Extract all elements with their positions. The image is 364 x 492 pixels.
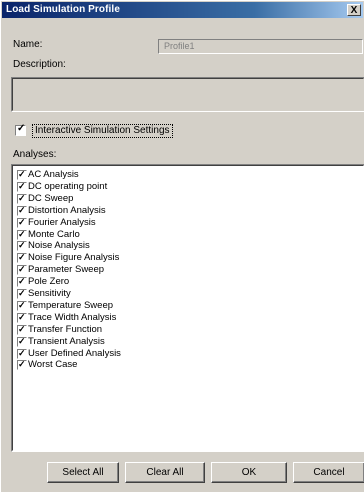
clear-all-button[interactable]: Clear All [125, 462, 205, 483]
interactive-settings-checkbox-box[interactable]: ✓ [15, 123, 26, 136]
analysis-checkbox[interactable]: ✓ [17, 180, 27, 192]
check-icon: ✓ [18, 240, 26, 251]
check-icon: ✓ [18, 288, 26, 298]
description-label: Description: [13, 59, 66, 70]
close-icon: X [350, 5, 358, 16]
check-icon: ✓ [18, 311, 26, 322]
analysis-checkbox[interactable]: ✓ [17, 276, 27, 288]
analysis-checkbox[interactable]: ✓ [17, 347, 27, 359]
title-bar[interactable]: Load Simulation Profile X [2, 2, 363, 18]
name-field-value: Profile1 [164, 41, 195, 51]
check-icon: ✓ [18, 192, 26, 203]
analysis-item-label: Worst Case [28, 359, 78, 371]
analysis-checkbox[interactable]: ✓ [17, 240, 27, 252]
analysis-item-label: Trace Width Analysis [28, 311, 117, 323]
analysis-checkbox[interactable]: ✓ [17, 204, 27, 216]
check-icon: ✓ [18, 335, 26, 346]
analysis-checkbox[interactable]: ✓ [17, 192, 27, 204]
check-icon: ✓ [18, 276, 26, 287]
analysis-checkbox[interactable]: ✓ [17, 323, 27, 335]
check-icon: ✓ [18, 323, 26, 334]
analysis-item-label: Pole Zero [28, 276, 70, 288]
analysis-item-label: Temperature Sweep [28, 299, 114, 311]
analysis-item-label: Noise Analysis [28, 240, 90, 252]
check-icon: ✓ [18, 347, 26, 358]
analysis-checkbox[interactable]: ✓ [17, 299, 27, 311]
close-button[interactable]: X [347, 4, 361, 16]
description-field[interactable] [11, 77, 364, 112]
interactive-settings-checkbox[interactable]: ✓ Interactive Simulation Settings [15, 123, 195, 138]
analysis-item-label: DC Sweep [28, 192, 74, 204]
check-icon: ✓ [18, 359, 26, 370]
analysis-item-label: Noise Figure Analysis [28, 252, 120, 264]
check-icon: ✓ [18, 299, 26, 310]
check-icon: ✓ [18, 169, 26, 179]
analysis-item-label: Monte Carlo [28, 228, 80, 240]
analysis-checkbox[interactable]: ✓ [17, 216, 27, 228]
analysis-checkbox[interactable]: ✓ [17, 228, 27, 240]
analysis-item-label: DC operating point [28, 180, 108, 192]
analysis-checkbox[interactable]: ✓ [17, 288, 27, 299]
check-icon: ✓ [18, 180, 26, 191]
check-icon: ✓ [18, 252, 26, 263]
cancel-button[interactable]: Cancel [293, 462, 364, 483]
analysis-item-label: Distortion Analysis [28, 204, 106, 216]
name-label: Name: [13, 39, 43, 50]
analysis-item-label: Fourier Analysis [28, 216, 96, 228]
ok-label: OK [241, 467, 257, 478]
analysis-item-label: AC Analysis [28, 169, 79, 180]
cancel-label: Cancel [313, 467, 345, 478]
load-simulation-profile-dialog: Load Simulation Profile X Name: Profile1… [0, 0, 364, 492]
analysis-checkbox[interactable]: ✓ [17, 264, 27, 276]
check-icon: ✓ [18, 216, 26, 227]
analysis-item-label: Transient Analysis [28, 335, 105, 347]
analysis-checkbox[interactable]: ✓ [17, 311, 27, 323]
analysis-checkbox[interactable]: ✓ [17, 169, 27, 180]
analysis-checkbox[interactable]: ✓ [17, 335, 27, 347]
check-icon: ✓ [18, 204, 26, 215]
analysis-checkbox[interactable]: ✓ [17, 359, 27, 371]
analysis-item-label: Parameter Sweep [28, 264, 105, 276]
clear-all-label: Clear All [146, 467, 184, 478]
analysis-item-label: User Defined Analysis [28, 347, 121, 359]
name-field[interactable]: Profile1 [158, 39, 363, 54]
analysis-checkbox[interactable]: ✓ [17, 252, 27, 264]
select-all-label: Select All [62, 467, 104, 478]
check-icon: ✓ [18, 228, 26, 239]
window-title: Load Simulation Profile [6, 4, 120, 15]
check-icon: ✓ [17, 123, 26, 134]
ok-button[interactable]: OK [211, 462, 287, 483]
check-icon: ✓ [18, 264, 26, 275]
select-all-button[interactable]: Select All [47, 462, 119, 483]
analysis-item-label: Transfer Function [28, 323, 103, 335]
analysis-item-label: Sensitivity [28, 288, 71, 299]
description-field-inner [12, 78, 364, 111]
interactive-settings-label: Interactive Simulation Settings [32, 124, 173, 138]
analyses-label: Analyses: [13, 149, 57, 160]
